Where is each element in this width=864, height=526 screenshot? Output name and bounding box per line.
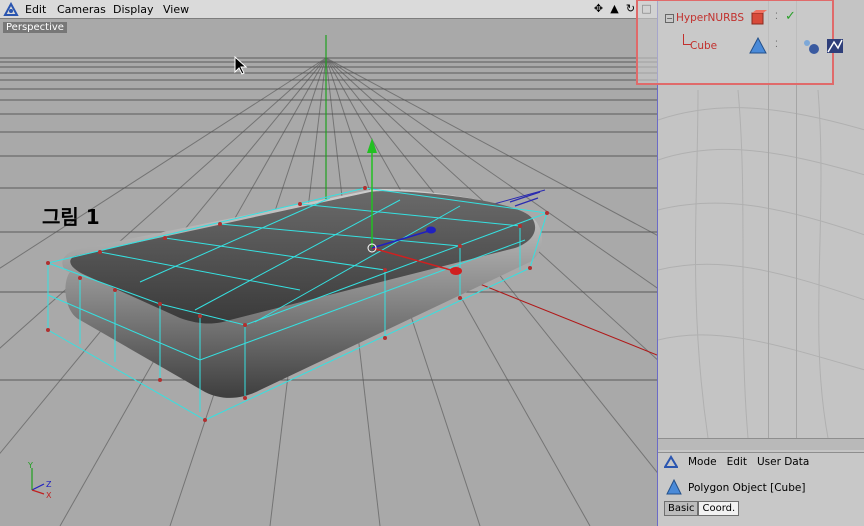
horizontal-scrollbar[interactable] xyxy=(658,438,864,450)
layer-dots[interactable]: ⁚ xyxy=(775,12,778,22)
app-logo-icon xyxy=(664,455,678,468)
attribute-menubar: Mode Edit User Data xyxy=(658,453,864,471)
menu-display[interactable]: Display xyxy=(113,3,154,16)
hypernurbs-icon xyxy=(751,10,767,25)
axis-y-label: Y xyxy=(27,461,33,470)
layer-dots[interactable]: ⁚ xyxy=(775,40,778,50)
tab-basic[interactable]: Basic xyxy=(664,501,699,516)
object-cube[interactable]: Cube xyxy=(690,40,717,52)
collapse-toggle[interactable]: − xyxy=(665,14,674,23)
viewport-label: Perspective xyxy=(3,22,67,33)
attr-menu-user-data[interactable]: User Data xyxy=(757,456,809,468)
axis-x-label: X xyxy=(46,491,52,500)
polygon-icon xyxy=(749,37,767,54)
menu-cameras[interactable]: Cameras xyxy=(57,3,106,16)
attribute-manager: Mode Edit User Data Polygon Object [Cube… xyxy=(658,452,864,526)
hypernurbs-cube-mesh[interactable] xyxy=(46,186,549,422)
attr-menu-edit[interactable]: Edit xyxy=(727,456,747,468)
tab-coord[interactable]: Coord. xyxy=(698,501,740,516)
menu-view[interactable]: View xyxy=(163,3,189,16)
phong-tag-icon[interactable] xyxy=(824,36,846,56)
app-window: Edit Cameras Display View ✥ ▲ ↻ □ xyxy=(0,0,864,526)
move-icon[interactable]: ✥ xyxy=(592,2,605,15)
app-logo-icon xyxy=(3,2,19,16)
enabled-check-icon[interactable]: ✓ xyxy=(785,9,796,24)
right-panel: − HyperNURBS ⁚ ✓ Cube ⁚ Mode Edit User D… xyxy=(636,0,864,526)
axis-gizmo: Y Z X xyxy=(27,461,52,500)
viewport-menubar: Edit Cameras Display View ✥ ▲ ↻ □ xyxy=(0,0,657,19)
camera-icon[interactable]: ▲ xyxy=(608,2,621,15)
attribute-tabs: Basic Coord. xyxy=(664,501,740,516)
object-manager[interactable]: − HyperNURBS ⁚ ✓ Cube ⁚ xyxy=(636,0,864,438)
viewport-scene xyxy=(0,35,657,526)
attribute-title: Polygon Object [Cube] xyxy=(688,482,806,494)
attr-menu-mode[interactable]: Mode xyxy=(688,456,717,468)
object-hypernurbs[interactable]: HyperNURBS xyxy=(676,12,744,24)
axis-z-label: Z xyxy=(46,480,52,489)
menu-edit[interactable]: Edit xyxy=(25,3,46,16)
figure-caption: 그림 1 xyxy=(42,205,100,229)
perspective-viewport[interactable]: Edit Cameras Display View ✥ ▲ ↻ □ xyxy=(0,0,657,526)
mouse-cursor-icon xyxy=(234,56,248,75)
polygon-object-icon xyxy=(666,479,682,495)
texture-tag-icon[interactable] xyxy=(801,37,821,55)
